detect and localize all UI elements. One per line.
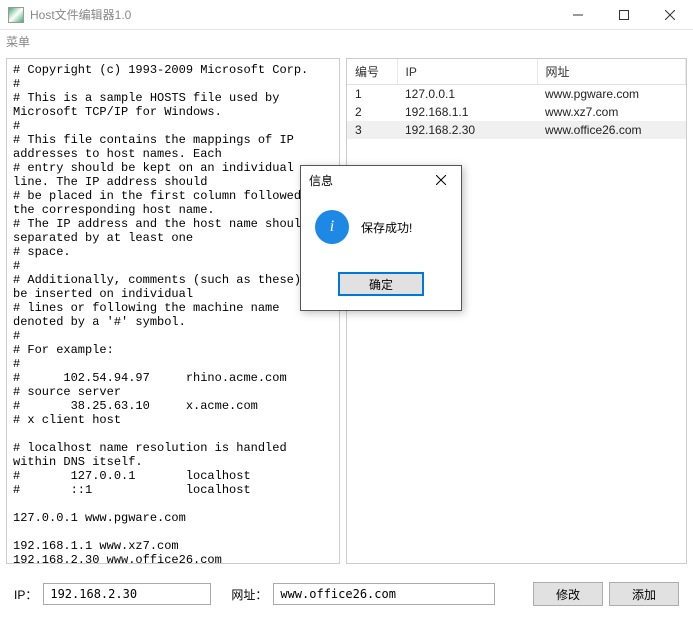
table-row[interactable]: 3192.168.2.30www.office26.com — [347, 121, 686, 139]
info-dialog: 信息 i 保存成功! 确定 — [300, 165, 462, 311]
app-icon — [8, 7, 24, 23]
cell-url: www.office26.com — [537, 121, 686, 139]
url-label: 网址： — [231, 586, 267, 603]
hosts-text[interactable]: # Copyright (c) 1993-2009 Microsoft Corp… — [13, 63, 333, 564]
dialog-titlebar: 信息 — [301, 166, 461, 194]
col-header-ip[interactable]: IP — [397, 59, 537, 85]
menu-item[interactable]: 菜单 — [6, 33, 30, 50]
modify-button[interactable]: 修改 — [533, 582, 603, 606]
add-button[interactable]: 添加 — [609, 582, 679, 606]
cell-ip: 127.0.0.1 — [397, 85, 537, 104]
info-icon: i — [315, 210, 349, 244]
hosts-text-panel: # Copyright (c) 1993-2009 Microsoft Corp… — [6, 58, 340, 564]
ok-button[interactable]: 确定 — [338, 272, 424, 296]
table-row[interactable]: 2192.168.1.1www.xz7.com — [347, 103, 686, 121]
close-button[interactable] — [647, 0, 693, 29]
dialog-buttons: 确定 — [301, 264, 461, 310]
col-header-url[interactable]: 网址 — [537, 59, 686, 85]
hosts-table-panel: 编号 IP 网址 1127.0.0.1www.pgware.com2192.16… — [346, 58, 687, 564]
url-input[interactable] — [273, 583, 495, 605]
cell-url: www.xz7.com — [537, 103, 686, 121]
minimize-button[interactable] — [555, 0, 601, 29]
maximize-button[interactable] — [601, 0, 647, 29]
cell-ip: 192.168.2.30 — [397, 121, 537, 139]
dialog-close-button[interactable] — [429, 168, 453, 192]
bottom-bar: IP： 网址： 修改 添加 — [0, 570, 693, 618]
cell-url: www.pgware.com — [537, 85, 686, 104]
dialog-message: 保存成功! — [361, 219, 412, 236]
menubar: 菜单 — [0, 30, 693, 52]
cell-idx: 3 — [347, 121, 397, 139]
cell-idx: 1 — [347, 85, 397, 104]
ip-input[interactable] — [43, 583, 211, 605]
window-title: Host文件编辑器1.0 — [30, 6, 555, 23]
dialog-title-text: 信息 — [309, 172, 429, 189]
main-area: # Copyright (c) 1993-2009 Microsoft Corp… — [0, 52, 693, 570]
table-row[interactable]: 1127.0.0.1www.pgware.com — [347, 85, 686, 104]
ip-label: IP： — [14, 586, 37, 603]
cell-ip: 192.168.1.1 — [397, 103, 537, 121]
cell-idx: 2 — [347, 103, 397, 121]
col-header-idx[interactable]: 编号 — [347, 59, 397, 85]
titlebar: Host文件编辑器1.0 — [0, 0, 693, 30]
window-controls — [555, 0, 693, 29]
dialog-body: i 保存成功! — [301, 194, 461, 264]
hosts-table[interactable]: 编号 IP 网址 1127.0.0.1www.pgware.com2192.16… — [347, 59, 686, 139]
